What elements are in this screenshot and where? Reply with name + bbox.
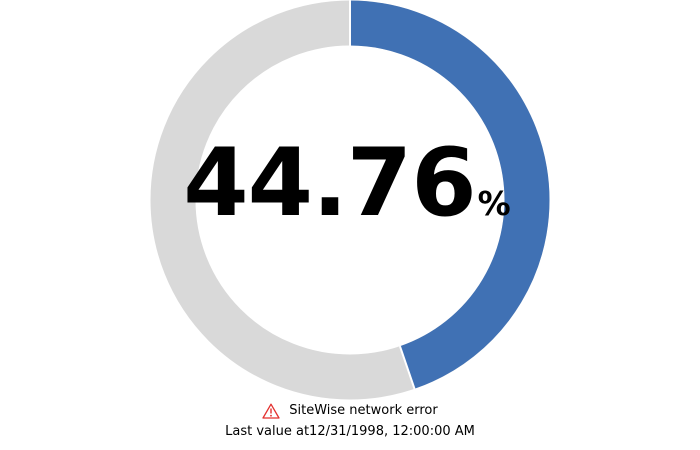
last-value-timestamp: 12/31/1998, 12:00:00 AM xyxy=(309,424,475,439)
dial-value-unit: % xyxy=(477,184,511,223)
dial-value: 44.76 % xyxy=(183,137,510,231)
warning-icon xyxy=(262,403,280,419)
dial-widget: 44.76 % SiteWise network error Last valu… xyxy=(0,0,700,450)
status-area: SiteWise network error Last value at12/3… xyxy=(0,401,700,442)
last-value-line: Last value at12/31/1998, 12:00:00 AM xyxy=(0,422,700,442)
dial-value-number: 44.76 xyxy=(183,129,476,238)
dial-value-container: 44.76 % xyxy=(150,0,550,400)
last-value-label: Last value at xyxy=(225,424,310,439)
error-message: SiteWise network error xyxy=(289,403,438,418)
warning-icon-dot xyxy=(270,414,273,417)
error-message-line: SiteWise network error xyxy=(0,401,700,421)
